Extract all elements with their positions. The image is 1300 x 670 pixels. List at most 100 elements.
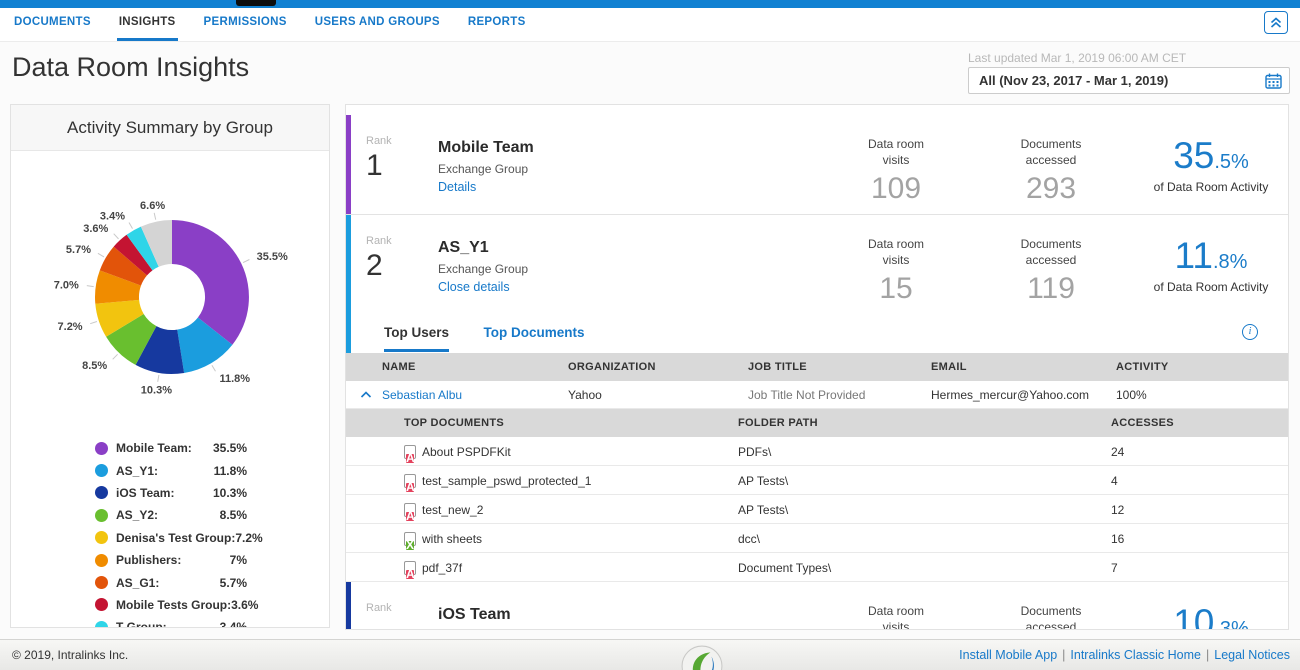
document-row: test_new_2 AP Tests\ 12 (346, 495, 1288, 524)
legend-color-dot (95, 464, 108, 477)
group-type: Exchange Group (438, 262, 528, 276)
legend-label: Mobile Team: (116, 441, 192, 455)
slice-percentage-label: 5.7% (66, 244, 91, 256)
document-row: About PSPDFKit PDFs\ 24 (346, 437, 1288, 466)
docs-accessed-value: 119 (996, 272, 1106, 306)
collapse-panel-button[interactable] (1264, 11, 1288, 34)
top-blue-bar (0, 0, 1300, 8)
intralinks-classic-home-link[interactable]: Intralinks Classic Home (1070, 648, 1201, 662)
info-icon[interactable] (1242, 324, 1258, 340)
document-accesses: 7 (1111, 561, 1118, 575)
document-row: pdf_37f Document Types\ 7 (346, 553, 1288, 582)
group-name: AS_Y1 (438, 239, 528, 257)
document-row: test_sample_pswd_protected_1 AP Tests\ 4 (346, 466, 1288, 495)
user-job-title: Job Title Not Provided (748, 388, 865, 402)
legend-value: 3.6% (231, 598, 258, 612)
legend-item[interactable]: iOS Team:10.3% (95, 482, 247, 504)
document-folder-path: AP Tests\ (738, 503, 788, 517)
document-icon (404, 474, 416, 488)
legal-notices-link[interactable]: Legal Notices (1214, 648, 1290, 662)
nav-tab-users-and-groups[interactable]: USERS AND GROUPS (313, 16, 442, 41)
group-name: Mobile Team (438, 139, 534, 157)
legend-item[interactable]: Denisa's Test Group:7.2% (95, 527, 247, 549)
legend-label: Denisa's Test Group: (116, 531, 235, 545)
close-details-link[interactable]: Close details (438, 280, 528, 294)
link-separator: | (1206, 648, 1209, 662)
visits-label: Data room visits (861, 604, 931, 630)
document-icon (404, 561, 416, 575)
legend-label: AS_Y2: (116, 508, 158, 522)
legend-label: Mobile Tests Group: (116, 598, 231, 612)
activity-donut-chart: 35.5%11.8%10.3%8.5%7.2%7.0%5.7%3.6%3.4%6… (11, 151, 330, 401)
legend-item[interactable]: Mobile Tests Group:3.6% (95, 594, 247, 616)
col-job-title: JOB TITLE (748, 361, 807, 373)
legend-item[interactable]: AS_Y2:8.5% (95, 504, 247, 526)
slice-percentage-label: 11.8% (220, 373, 251, 385)
activity-percent-fraction: .8% (1213, 251, 1247, 273)
legend-item[interactable]: Publishers:7% (95, 549, 247, 571)
document-row: with sheets dcc\ 16 (346, 524, 1288, 553)
nav-tab-permissions[interactable]: PERMISSIONS (202, 16, 289, 41)
slice-percentage-label: 7.2% (58, 321, 83, 333)
footer-links: Install Mobile App | Intralinks Classic Ho… (959, 648, 1290, 662)
legend-color-dot (95, 576, 108, 589)
legend-item[interactable]: AS_Y1:11.8% (95, 459, 247, 481)
collapse-row-icon[interactable] (360, 390, 372, 399)
label-leader-line (212, 365, 216, 371)
double-chevron-up-icon (1269, 16, 1283, 29)
details-link[interactable]: Details (438, 180, 534, 194)
date-range-filter[interactable]: All (Nov 23, 2017 - Mar 1, 2019) (968, 67, 1290, 94)
activity-summary-panel: Activity Summary by Group 35.5%11.8%10.3… (10, 104, 330, 628)
install-mobile-app-link[interactable]: Install Mobile App (959, 648, 1057, 662)
document-accesses: 16 (1111, 532, 1124, 546)
visits-value: 109 (841, 172, 951, 206)
legend-value: 11.8% (214, 464, 247, 478)
legend-color-dot (95, 442, 108, 455)
tab-top-users[interactable]: Top Users (384, 325, 449, 352)
activity-percent: 35 (1173, 135, 1214, 176)
document-icon (404, 445, 416, 459)
legend-value: 7.2% (235, 531, 262, 545)
donut-slice[interactable] (172, 220, 249, 345)
user-name-link[interactable]: Sebastian Albu (382, 388, 462, 402)
document-name: pdf_37f (422, 561, 462, 575)
legend-item[interactable]: AS_G1:5.7% (95, 571, 247, 593)
activity-percent-caption: of Data Room Activity (1141, 180, 1281, 194)
label-leader-line (87, 286, 94, 287)
users-table-header: NAME ORGANIZATION JOB TITLE EMAIL ACTIVI… (346, 353, 1288, 381)
activity-percent: 10 (1173, 602, 1214, 630)
nav-tab-reports[interactable]: REPORTS (466, 16, 528, 41)
rank-label: Rank (366, 135, 392, 147)
rank-number: 2 (366, 249, 392, 283)
user-row: Sebastian Albu Yahoo Job Title Not Provi… (346, 381, 1288, 409)
legend-label: Publishers: (116, 553, 181, 567)
col-activity: ACTIVITY (1116, 361, 1169, 373)
activity-percent-fraction: .3% (1214, 618, 1248, 630)
main-navigation: DOCUMENTS INSIGHTS PERMISSIONS USERS AND… (0, 8, 1300, 42)
nav-tab-insights[interactable]: INSIGHTS (117, 16, 178, 41)
col-organization: ORGANIZATION (568, 361, 656, 373)
calendar-icon[interactable] (1265, 73, 1282, 89)
docs-accessed-label: Documents accessed (1011, 237, 1091, 268)
intralinks-logo (681, 645, 723, 670)
document-folder-path: AP Tests\ (738, 474, 788, 488)
visits-label: Data room visits (861, 137, 931, 168)
nav-tab-documents[interactable]: DOCUMENTS (12, 16, 93, 41)
legend-label: iOS Team: (116, 486, 174, 500)
document-folder-path: PDFs\ (738, 445, 771, 459)
docs-accessed-label: Documents accessed (1011, 604, 1091, 630)
legend-item[interactable]: Mobile Team: 35.5% (95, 437, 247, 459)
legend-value: 35.5% (213, 441, 247, 455)
document-folder-path: Document Types\ (738, 561, 831, 575)
rank-number: 1 (366, 149, 392, 183)
slice-percentage-label: 3.4% (100, 211, 125, 223)
docs-accessed-value: 293 (996, 172, 1106, 206)
legend-value: 5.7% (220, 576, 247, 590)
legend-value: 3.4% (220, 620, 247, 628)
detail-tabs: Top Users Top Documents (346, 311, 1288, 353)
col-name: NAME (382, 361, 416, 373)
rank-label: Rank (366, 602, 392, 614)
legend-item[interactable]: T Group:3.4% (95, 616, 247, 628)
tab-top-documents[interactable]: Top Documents (483, 325, 584, 352)
visits-label: Data room visits (861, 237, 931, 268)
